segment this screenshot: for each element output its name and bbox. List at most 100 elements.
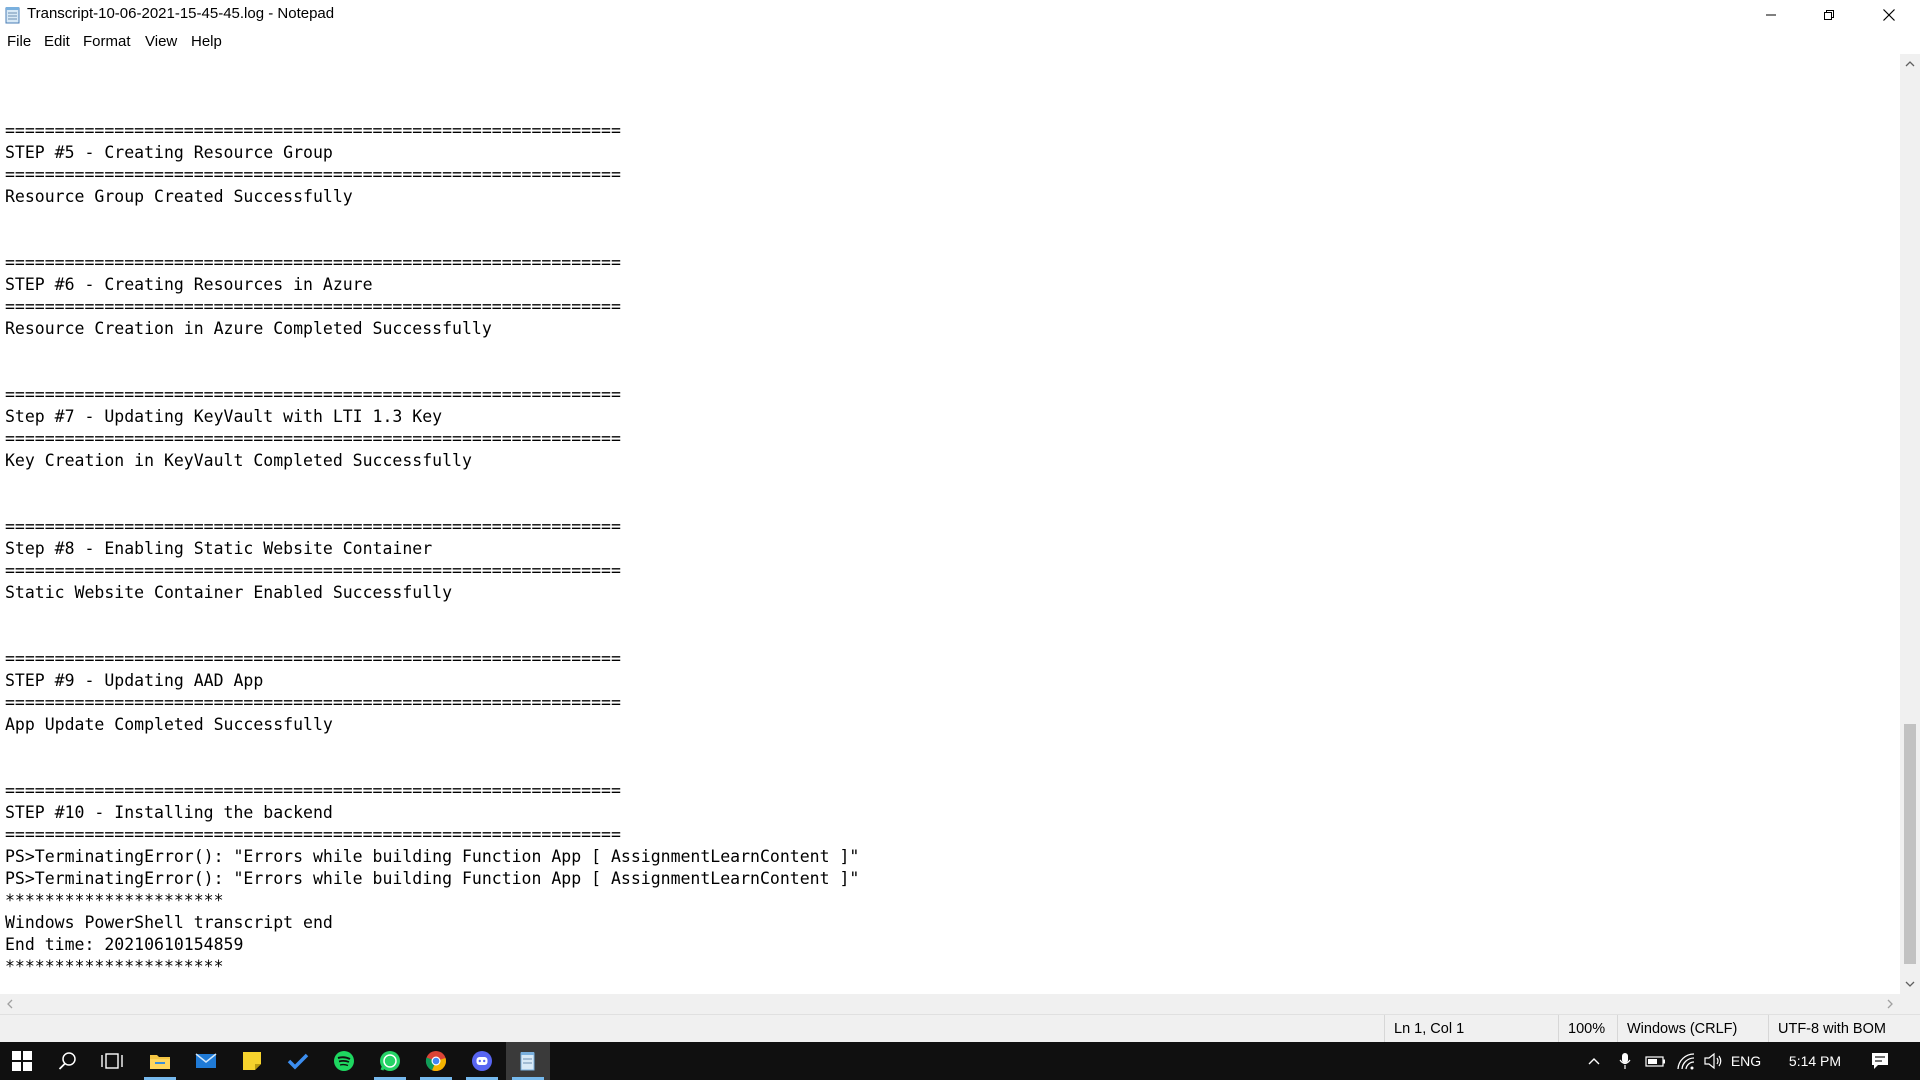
- line-ending: Windows (CRLF): [1617, 1015, 1768, 1043]
- chrome-icon: [425, 1051, 446, 1072]
- editor-line: **********************: [5, 957, 224, 976]
- task-view-icon: [101, 1053, 123, 1069]
- editor-line: Resource Group Created Successfully: [5, 187, 353, 206]
- sticky-notes-icon: [243, 1052, 261, 1070]
- action-center-button[interactable]: [1866, 1042, 1894, 1080]
- editor-line: Resource Creation in Azure Completed Suc…: [5, 319, 492, 338]
- notepad-icon: [5, 6, 21, 24]
- whatsapp-button[interactable]: [368, 1042, 412, 1080]
- editor-line: ========================================…: [5, 781, 621, 800]
- notepad-icon: [520, 1052, 535, 1071]
- close-button[interactable]: [1858, 0, 1920, 30]
- zoom-level: 100%: [1558, 1015, 1617, 1043]
- notepad-taskbar-button[interactable]: [506, 1042, 550, 1080]
- file-explorer-button[interactable]: [138, 1042, 182, 1080]
- scroll-right-button[interactable]: [1880, 994, 1900, 1014]
- taskbar: ENG 5:14 PM: [0, 1042, 1920, 1080]
- status-bar: Ln 1, Col 1 100% Windows (CRLF) UTF-8 wi…: [0, 1014, 1920, 1043]
- editor-line: ========================================…: [5, 121, 621, 140]
- start-icon: [12, 1051, 32, 1071]
- menu-edit[interactable]: Edit: [44, 33, 70, 50]
- title-bar[interactable]: Transcript-10-06-2021-15-45-45.log - Not…: [0, 0, 1920, 30]
- wifi-icon: [1677, 1053, 1695, 1070]
- editor-line: STEP #10 - Installing the backend: [5, 803, 333, 822]
- spotify-button[interactable]: [322, 1042, 366, 1080]
- todo-icon: [287, 1053, 309, 1070]
- editor-line: Key Creation in KeyVault Completed Succe…: [5, 451, 472, 470]
- editor-line: ========================================…: [5, 253, 621, 272]
- close-icon: [1883, 9, 1895, 21]
- menu-file[interactable]: File: [7, 33, 31, 50]
- scroll-left-button[interactable]: [0, 994, 20, 1014]
- scroll-corner: [1900, 994, 1920, 1014]
- window-title: Transcript-10-06-2021-15-45-45.log - Not…: [27, 5, 335, 22]
- notification-icon: [1872, 1053, 1888, 1069]
- mail-button[interactable]: [184, 1042, 228, 1080]
- chevron-down-icon: [1905, 981, 1915, 987]
- editor-line: ========================================…: [5, 517, 621, 536]
- editor-line: Static Website Container Enabled Success…: [5, 583, 453, 602]
- encoding: UTF-8 with BOM: [1768, 1015, 1920, 1043]
- menu-help[interactable]: Help: [191, 33, 222, 50]
- whatsapp-icon: [380, 1051, 400, 1071]
- editor-line: ========================================…: [5, 297, 621, 316]
- restore-button[interactable]: [1800, 0, 1858, 30]
- scroll-thumb[interactable]: [1904, 724, 1916, 964]
- editor-line: STEP #5 - Creating Resource Group: [5, 143, 333, 162]
- volume-button[interactable]: [1702, 1042, 1724, 1080]
- microphone-button[interactable]: [1614, 1042, 1636, 1080]
- start-button[interactable]: [0, 1042, 44, 1080]
- editor-line: End time: 20210610154859: [5, 935, 244, 954]
- editor-line: ========================================…: [5, 165, 621, 184]
- vertical-scrollbar[interactable]: [1900, 54, 1920, 994]
- todo-button[interactable]: [276, 1042, 320, 1080]
- restore-icon: [1824, 10, 1834, 20]
- text-editor[interactable]: ========================================…: [0, 54, 1900, 994]
- editor-line: Windows PowerShell transcript end: [5, 913, 333, 932]
- menu-view[interactable]: View: [145, 33, 177, 50]
- spotify-icon: [334, 1051, 354, 1071]
- sticky-notes-button[interactable]: [230, 1042, 274, 1080]
- battery-icon: [1645, 1056, 1665, 1067]
- discord-button[interactable]: [460, 1042, 504, 1080]
- editor-line: App Update Completed Successfully: [5, 715, 333, 734]
- menu-format[interactable]: Format: [83, 33, 131, 50]
- editor-line: Step #8 - Enabling Static Website Contai…: [5, 539, 433, 558]
- editor-text[interactable]: ========================================…: [5, 98, 859, 978]
- battery-button[interactable]: [1644, 1042, 1668, 1080]
- menu-bar: File Edit Format View Help: [0, 30, 1920, 55]
- editor-line: ========================================…: [5, 429, 621, 448]
- chevron-up-icon: [1588, 1058, 1600, 1065]
- editor-line: ========================================…: [5, 649, 621, 668]
- editor-line: PS>TerminatingError(): "Errors while bui…: [5, 847, 860, 866]
- input-language[interactable]: ENG: [1726, 1042, 1766, 1080]
- mail-icon: [195, 1053, 217, 1068]
- microphone-icon: [1619, 1053, 1631, 1069]
- scroll-down-button[interactable]: [1900, 974, 1920, 994]
- editor-line: ========================================…: [5, 385, 621, 404]
- editor-line: ========================================…: [5, 825, 621, 844]
- file-explorer-icon: [150, 1055, 170, 1069]
- editor-line: STEP #6 - Creating Resources in Azure: [5, 275, 373, 294]
- chevron-up-icon: [1905, 61, 1915, 67]
- minimize-icon: [1766, 14, 1776, 16]
- chrome-button[interactable]: [414, 1042, 458, 1080]
- show-hidden-icons-button[interactable]: [1584, 1042, 1604, 1080]
- search-icon: [58, 1052, 76, 1070]
- discord-icon: [472, 1051, 492, 1071]
- editor-line: **********************: [5, 891, 224, 910]
- minimize-button[interactable]: [1742, 0, 1800, 30]
- wifi-button[interactable]: [1674, 1042, 1698, 1080]
- chevron-right-icon: [1887, 999, 1893, 1009]
- scroll-up-button[interactable]: [1900, 54, 1920, 74]
- search-button[interactable]: [46, 1042, 90, 1080]
- horizontal-scrollbar[interactable]: [0, 994, 1900, 1014]
- editor-line: STEP #9 - Updating AAD App: [5, 671, 264, 690]
- editor-line: ========================================…: [5, 693, 621, 712]
- editor-line: PS>TerminatingError(): "Errors while bui…: [5, 869, 860, 888]
- clock[interactable]: 5:14 PM: [1776, 1042, 1854, 1080]
- chevron-left-icon: [7, 999, 13, 1009]
- volume-icon: [1704, 1052, 1722, 1070]
- cursor-position: Ln 1, Col 1: [1384, 1015, 1558, 1043]
- task-view-button[interactable]: [90, 1042, 134, 1080]
